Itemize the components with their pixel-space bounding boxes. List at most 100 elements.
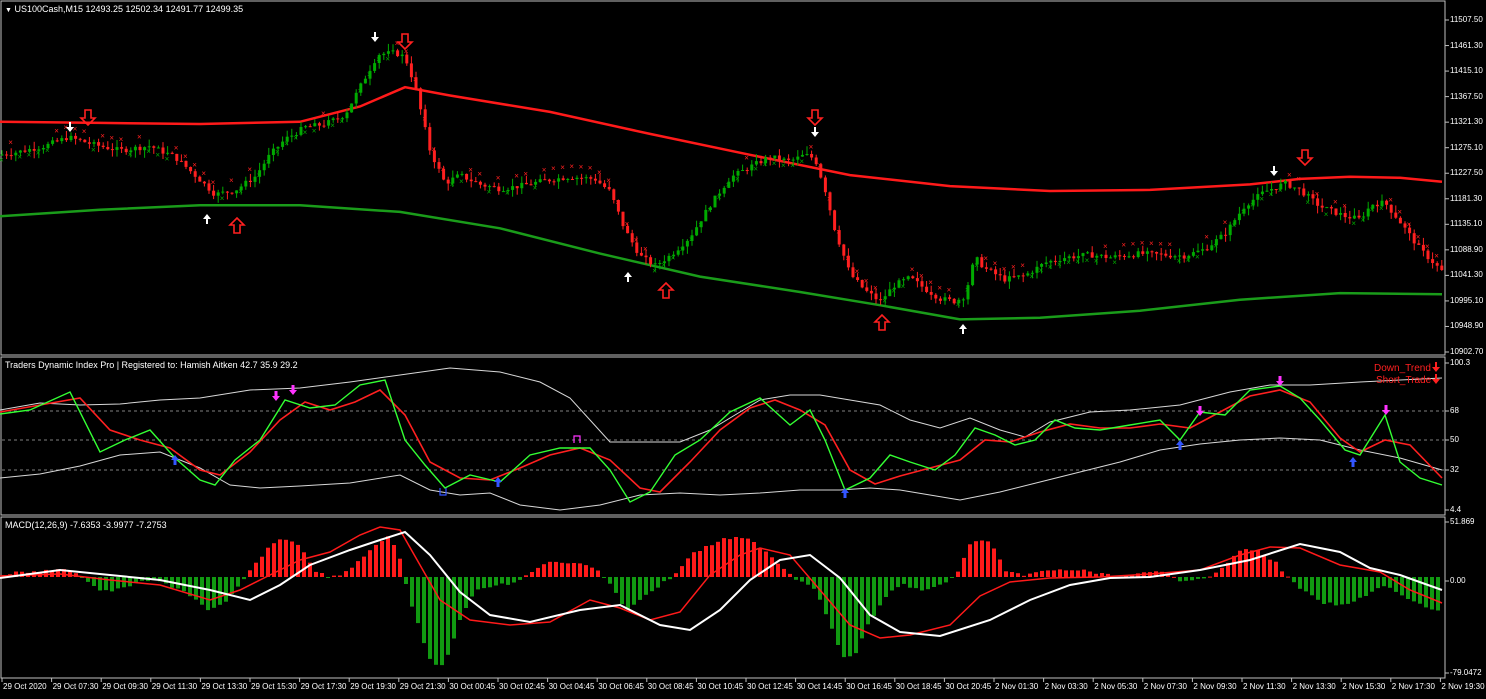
macd-histogram-bar <box>854 577 858 654</box>
price-chart-canvas[interactable]: × × × × × × × × × × × × × × × × × × × × × × × × × × × × × × × × × × × × × × × ×… <box>0 0 1486 695</box>
macd-histogram-bar <box>872 577 876 616</box>
macd-histogram-bar <box>614 577 618 593</box>
macd-histogram-bar <box>1202 577 1206 579</box>
macd-histogram-bar <box>326 577 330 578</box>
candle-body <box>1343 213 1347 218</box>
trend-x-marker: × <box>680 245 685 254</box>
macd-histogram-bar <box>1430 577 1434 610</box>
macd-histogram-bar <box>302 552 306 577</box>
trend-x-marker: × <box>689 235 694 244</box>
candle-body <box>363 78 367 84</box>
macd-histogram-bar <box>590 567 594 577</box>
trend-x-marker: × <box>1103 242 1108 251</box>
trend-x-marker: × <box>247 165 252 174</box>
candle-body <box>465 173 469 180</box>
trend-x-marker: × <box>1213 241 1218 250</box>
macd-histogram-bar <box>1382 577 1386 587</box>
candle-body <box>1205 249 1209 251</box>
trend-x-marker: × <box>1407 220 1412 229</box>
macd-histogram-bar <box>1064 570 1068 577</box>
candle-body <box>745 170 749 171</box>
macd-histogram-bar <box>446 577 450 655</box>
trend-x-marker: × <box>376 55 381 64</box>
macd-histogram-bar <box>950 577 954 578</box>
macd-histogram-bar <box>236 577 240 587</box>
trend-x-marker: × <box>1177 257 1182 266</box>
macd-histogram-bar <box>794 577 798 580</box>
macd-histogram-bar <box>638 577 642 600</box>
trend-x-marker: × <box>560 163 565 172</box>
macd-histogram-bar <box>1304 577 1308 592</box>
macd-histogram-bar <box>1220 567 1224 577</box>
macd-histogram-bar <box>488 577 492 588</box>
trend-x-marker: × <box>211 178 216 187</box>
candle-body <box>1426 250 1430 260</box>
candle-body <box>1297 187 1301 189</box>
macd-tick-label: 0.00 <box>1450 576 1466 585</box>
trend-x-marker: × <box>671 253 676 262</box>
chart-window[interactable]: × × × × × × × × × × × × × × × × × × × × × × × × × × × × × × × × × × × × × × × ×… <box>0 0 1486 695</box>
trend-x-marker: × <box>1039 266 1044 275</box>
trend-x-marker: × <box>698 220 703 229</box>
trend-x-marker: × <box>1158 240 1163 249</box>
macd-histogram-bar <box>410 577 414 607</box>
macd-histogram-bar <box>1262 556 1266 577</box>
candle-body <box>998 274 1002 276</box>
macd-histogram-bar <box>1286 576 1290 578</box>
macd-histogram-bar <box>1436 577 1440 611</box>
trend-x-marker: × <box>349 104 354 113</box>
macd-histogram-bar <box>1034 572 1038 577</box>
price-tick-label: 10902.70 <box>1450 347 1484 356</box>
candle-body <box>961 299 965 301</box>
macd-histogram-bar <box>596 570 600 577</box>
macd-histogram-bar <box>416 577 420 624</box>
trend-x-marker: × <box>606 176 611 185</box>
candle-body <box>552 181 556 183</box>
candle-body <box>511 186 515 190</box>
trend-x-marker: × <box>1112 258 1117 267</box>
trend-x-marker: × <box>993 259 998 268</box>
candle-body <box>925 286 929 292</box>
trend-x-marker: × <box>1232 221 1237 230</box>
macd-histogram-bar <box>998 559 1002 577</box>
trend-x-marker: × <box>799 157 804 166</box>
macd-histogram-bar <box>1016 573 1020 577</box>
trend-x-marker: × <box>1149 239 1154 248</box>
macd-histogram-bar <box>518 577 522 580</box>
candle-body <box>1302 188 1306 196</box>
macd-histogram-bar <box>398 558 402 577</box>
trend-x-marker: × <box>1425 242 1430 251</box>
macd-histogram-bar <box>716 541 720 577</box>
candle-body <box>474 181 478 183</box>
candle-body <box>598 180 602 184</box>
dropdown-triangle-icon[interactable]: ▼ <box>5 7 12 14</box>
candle-body <box>644 255 648 258</box>
short-trade-label: Short_Trade <box>1376 375 1432 386</box>
macd-histogram-bar <box>206 577 210 611</box>
trend-x-marker: × <box>477 170 482 179</box>
candle-body <box>1325 207 1329 209</box>
macd-histogram-bar <box>284 539 288 577</box>
candle-body <box>524 182 528 185</box>
trend-x-marker: × <box>1121 241 1126 250</box>
macd-histogram-bar <box>1358 577 1362 598</box>
tdi-tick-label: 4.4 <box>1450 505 1462 514</box>
candle-body <box>110 149 114 151</box>
symbol-info[interactable]: ▼ US100Cash,M15 12493.25 12502.34 12491.… <box>5 4 243 14</box>
macd-histogram-bar <box>1088 571 1092 577</box>
candle-body <box>1150 251 1154 253</box>
candle-body <box>212 190 216 196</box>
macd-histogram-bar <box>1352 577 1356 602</box>
trend-x-marker: × <box>569 162 574 171</box>
price-tick-label: 11415.10 <box>1450 66 1483 76</box>
trend-x-marker: × <box>891 287 896 296</box>
macd-histogram-bar <box>1310 577 1314 596</box>
trend-x-marker: × <box>1223 218 1228 227</box>
trend-x-marker: × <box>174 144 179 153</box>
candle-body <box>497 186 501 192</box>
macd-histogram-bar <box>470 577 474 597</box>
trend-x-marker: × <box>36 148 41 157</box>
macd-histogram-bar <box>1328 577 1332 603</box>
macd-histogram-bar <box>1070 570 1074 577</box>
macd-histogram-bar <box>332 575 336 577</box>
